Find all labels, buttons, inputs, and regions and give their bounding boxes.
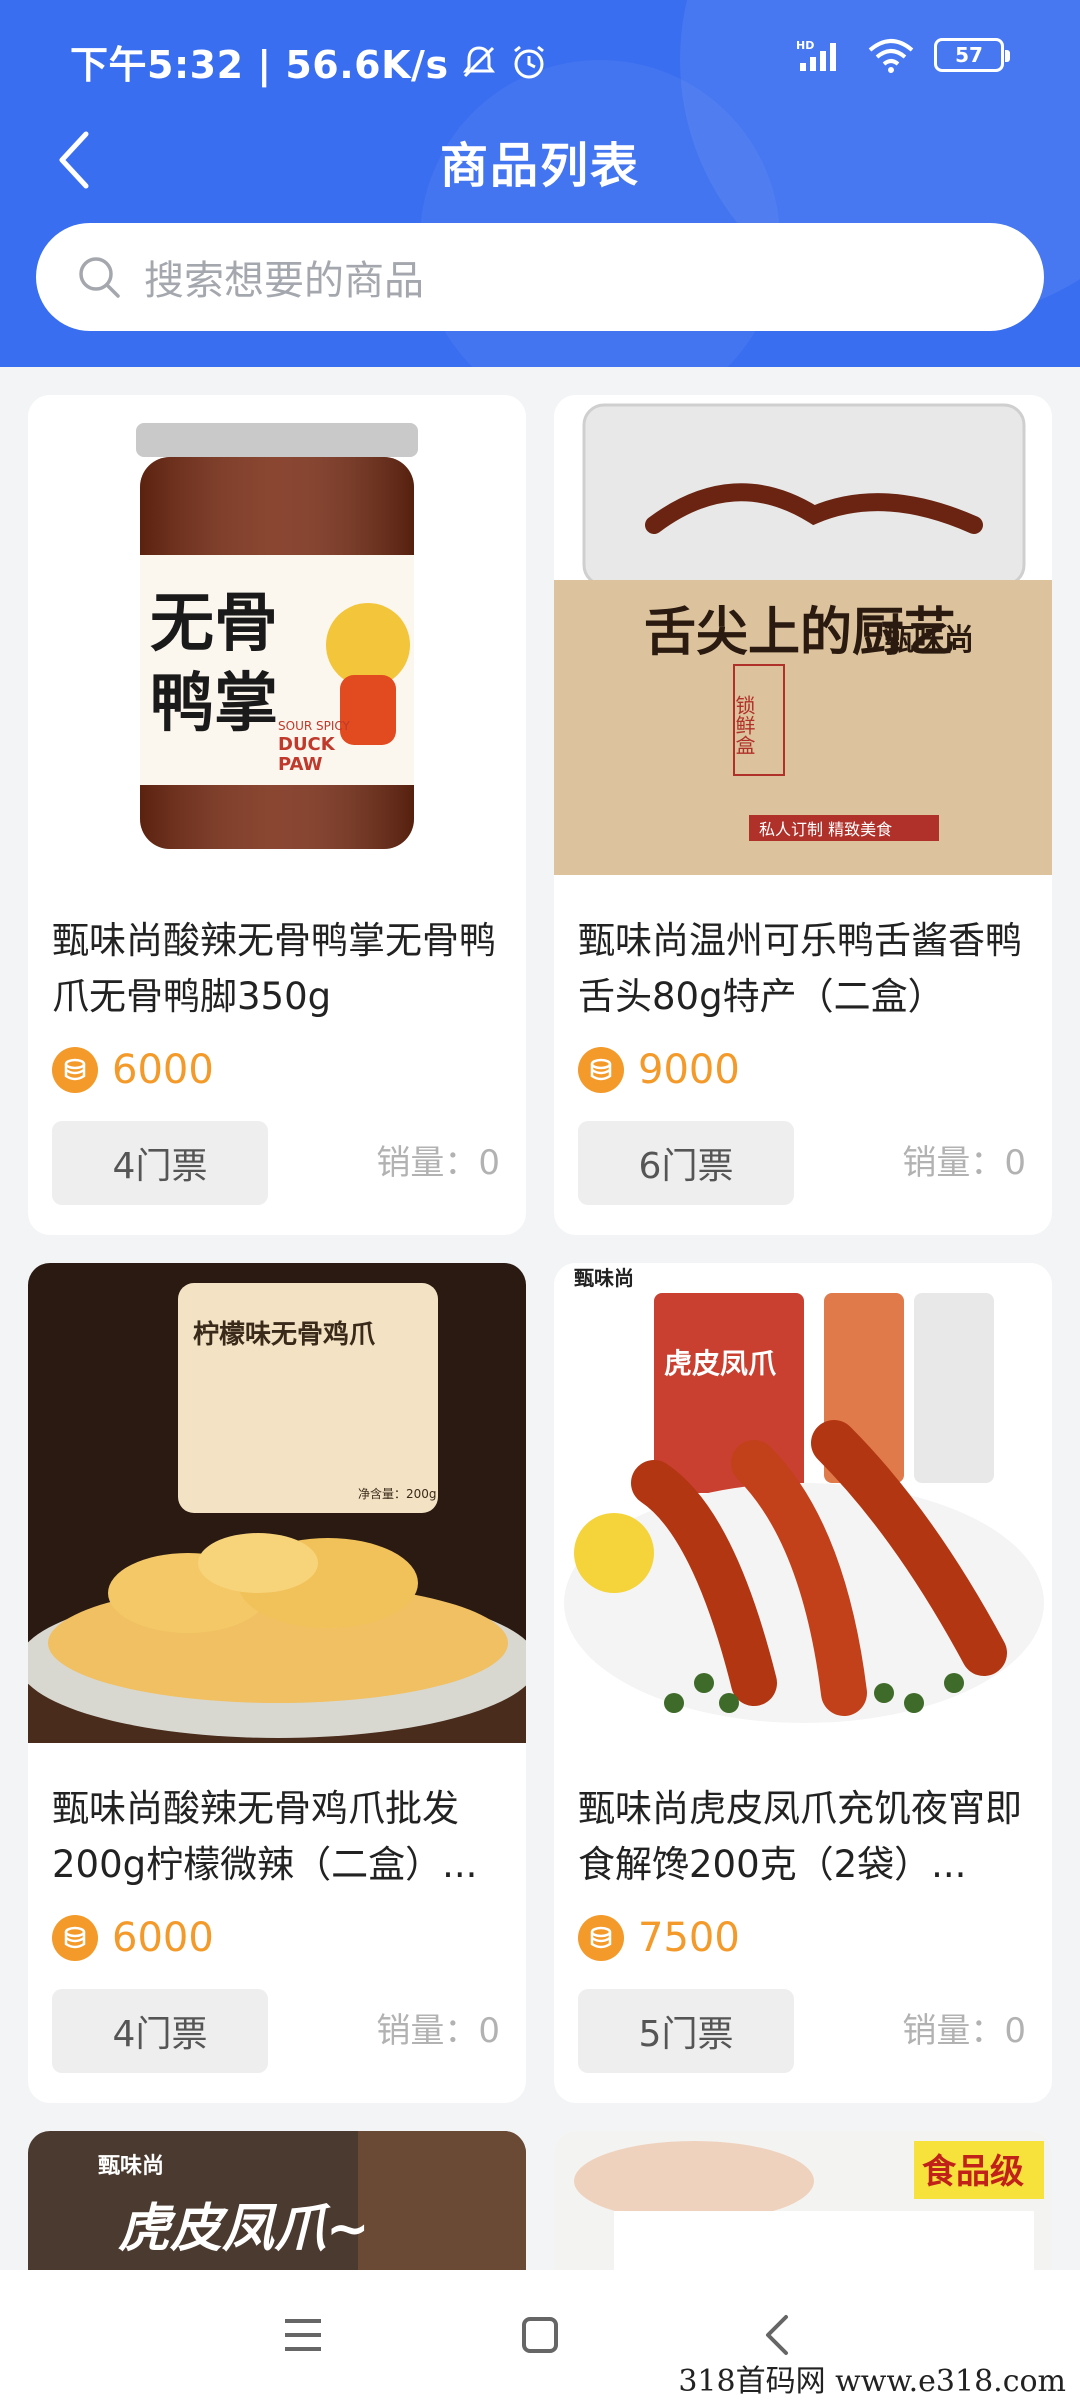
back-arrow-icon: [766, 2315, 788, 2355]
sales-count: 销量：0: [902, 1143, 1026, 1183]
ticket-button[interactable]: 4门票: [52, 1989, 268, 2073]
product-card[interactable]: 甄味尚 虎皮凤爪 甄味尚虎皮凤爪充饥夜宵即食解馋200克（2袋）... 7500: [554, 1263, 1052, 2103]
image-text: 无骨: [150, 587, 278, 661]
image-text: SOUR SPICY: [278, 719, 351, 733]
search-input[interactable]: 搜索想要的商品: [36, 223, 1044, 331]
image-text: 食品级: [922, 2152, 1024, 2192]
duck-paw-jar-image: 无骨 鸭掌 SOUR SPICY DUCK PAW: [28, 395, 526, 875]
alarm-clock-icon: [513, 45, 544, 78]
product-card[interactable]: 甄味尚 虎皮凤爪~: [28, 2131, 526, 2291]
image-text: 柠檬味无骨鸡爪: [193, 1319, 376, 1350]
sales-count: 销量：0: [376, 1143, 500, 1183]
menu-button[interactable]: [268, 2300, 338, 2370]
ticket-button[interactable]: 5门票: [578, 1989, 794, 2073]
wifi-icon: [868, 39, 914, 73]
search-placeholder: 搜索想要的商品: [144, 258, 424, 304]
nav-bar: 商品列表: [0, 110, 1080, 210]
lemon-chicken-feet-image: 柠檬味无骨鸡爪 净含量：200g: [28, 1263, 526, 1743]
coin-icon: [578, 1047, 624, 1093]
image-text: 鸭掌: [150, 667, 278, 741]
sales-count: 销量：0: [376, 2011, 500, 2051]
ticket-button[interactable]: 6门票: [578, 1121, 794, 1205]
coin-icon: [578, 1915, 624, 1961]
status-left: 下午5:32 | 56.6K/s: [70, 34, 549, 89]
header: 下午5:32 | 56.6K/s HD 57 商品列表 搜索想要的商品: [0, 0, 1080, 367]
product-name[interactable]: 甄味尚酸辣无骨鸭掌无骨鸭爪无骨鸭脚350g: [52, 913, 508, 1025]
image-text: 锁鲜盒: [732, 695, 756, 755]
image-text: DUCK: [278, 734, 336, 755]
product-card[interactable]: 无骨 鸭掌 SOUR SPICY DUCK PAW 甄味尚酸辣无骨鸭掌无骨鸭爪无…: [28, 395, 526, 1235]
image-text: 私人订制 精致美食: [759, 820, 892, 839]
ticket-button[interactable]: 4门票: [52, 1121, 268, 1205]
image-text: 甄味尚: [98, 2154, 164, 2179]
network-type-label: HD: [796, 39, 814, 52]
product-price: 6000: [112, 1915, 214, 1961]
product-image[interactable]: 柠檬味无骨鸡爪 净含量：200g: [28, 1263, 526, 1743]
status-time-speed: 下午5:32 | 56.6K/s: [70, 43, 449, 87]
product-name[interactable]: 甄味尚酸辣无骨鸡爪批发200g柠檬微辣（二盒）...: [52, 1781, 508, 1893]
home-square-icon: [522, 2317, 558, 2353]
mute-bell-icon: [462, 45, 495, 77]
battery-indicator: 57: [934, 38, 1010, 72]
page-title: 商品列表: [439, 138, 640, 194]
product-price: 9000: [638, 1047, 740, 1093]
image-text: 净含量：200g: [358, 1486, 437, 1501]
product-card[interactable]: 柠檬味无骨鸡爪 净含量：200g 甄味尚酸辣无骨鸡爪批发200g柠檬微辣（二盒）…: [28, 1263, 526, 2103]
status-right: HD 57: [796, 36, 1010, 74]
product-price: 7500: [638, 1915, 740, 1961]
status-bar: 下午5:32 | 56.6K/s HD 57: [0, 0, 1080, 110]
product-card[interactable]: 食品级: [554, 2131, 1052, 2291]
home-button[interactable]: [505, 2300, 575, 2370]
image-text: 甄味尚: [884, 623, 974, 658]
image-text: 虎皮凤爪~: [118, 2199, 370, 2259]
price-row: 6000: [52, 1915, 214, 1961]
product-image[interactable]: 舌尖上的厨艺 锁鲜盒 甄味尚 私人订制 精致美食: [554, 395, 1052, 875]
duck-tongue-box-image: 舌尖上的厨艺 锁鲜盒 甄味尚 私人订制 精致美食: [554, 395, 1052, 875]
price-row: 9000: [578, 1047, 740, 1093]
price-row: 7500: [578, 1915, 740, 1961]
image-text: PAW: [278, 754, 323, 775]
product-image[interactable]: 食品级: [554, 2131, 1052, 2291]
price-row: 6000: [52, 1047, 214, 1093]
battery-level: 57: [955, 43, 983, 67]
image-text: 甄味尚: [574, 1266, 634, 1290]
product-card[interactable]: 舌尖上的厨艺 锁鲜盒 甄味尚 私人订制 精致美食 甄味尚温州可乐鸭舌酱香鸭舌头8…: [554, 395, 1052, 1235]
search-icon: [79, 257, 120, 298]
product-image[interactable]: 甄味尚 虎皮凤爪~: [28, 2131, 526, 2291]
watermark: 318首码网 www.e318.com: [678, 2364, 1066, 2399]
product-price: 6000: [112, 1047, 214, 1093]
coin-icon: [52, 1047, 98, 1093]
product-name[interactable]: 甄味尚虎皮凤爪充饥夜宵即食解馋200克（2袋）...: [578, 1781, 1034, 1893]
sales-count: 销量：0: [902, 2011, 1026, 2051]
product-name[interactable]: 甄味尚温州可乐鸭舌酱香鸭舌头80g特产（二盒）: [578, 913, 1034, 1025]
product-image[interactable]: 甄味尚 虎皮凤爪: [554, 1263, 1052, 1743]
coin-icon: [52, 1915, 98, 1961]
image-text: 虎皮凤爪: [664, 1347, 777, 1380]
menu-icon: [285, 2319, 321, 2351]
signal-icon: HD: [796, 39, 836, 71]
product-image[interactable]: 无骨 鸭掌 SOUR SPICY DUCK PAW: [28, 395, 526, 875]
tiger-skin-chicken-feet-image: 甄味尚 虎皮凤爪: [554, 1263, 1052, 1743]
